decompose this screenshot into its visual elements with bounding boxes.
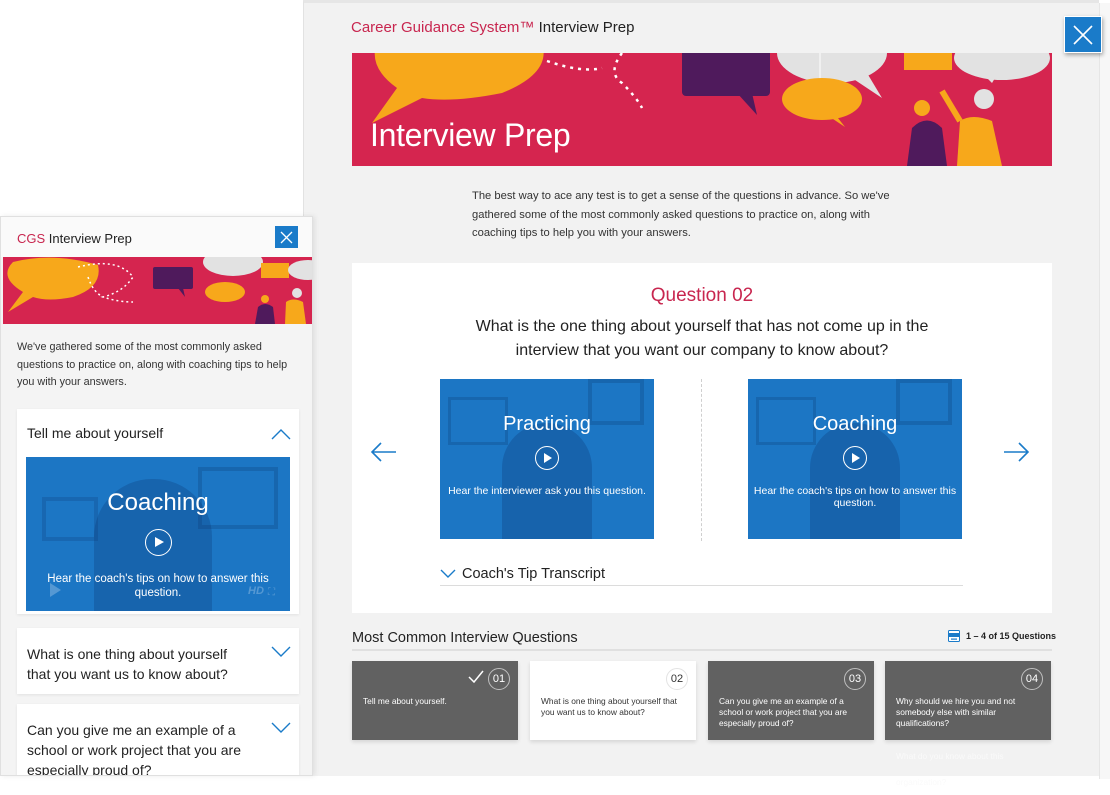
previous-question-button[interactable] <box>370 441 400 465</box>
question-tile-text: Why should we hire you and not somebody … <box>896 696 1016 728</box>
checkmark-icon <box>468 670 484 683</box>
practicing-video[interactable]: Practicing Hear the interviewer ask you … <box>440 379 654 539</box>
question-text: What is the one thing about yourself tha… <box>475 318 929 359</box>
question-number-badge: 01 <box>488 668 510 690</box>
page-title: Career Guidance System™ Interview Prep <box>351 19 634 36</box>
mobile-close-button[interactable] <box>275 226 298 248</box>
accordion-item-expanded[interactable]: Tell me about yourself Coaching Hear the… <box>17 409 299 614</box>
close-icon <box>280 231 293 243</box>
accordion-item[interactable]: What is one thing about yourself that yo… <box>17 628 299 694</box>
video-title: Coaching <box>107 489 209 516</box>
video-backdrop-person <box>502 423 592 539</box>
title-text: Interview Prep <box>538 19 635 36</box>
question-tile[interactable]: 03 Can you give me an example of a schoo… <box>708 661 874 740</box>
question-tile-text: Tell me about yourself. <box>363 696 447 706</box>
question-number: Question 02 <box>650 285 754 306</box>
section-divider <box>352 649 1052 651</box>
close-icon <box>1073 24 1093 45</box>
question-number-badge: 02 <box>666 668 688 690</box>
video-subtitle: Hear the interviewer ask you this questi… <box>448 485 646 497</box>
desktop-panel: Career Guidance System™ Interview Prep I… <box>303 0 1110 787</box>
play-icon[interactable] <box>145 529 172 556</box>
video-title: Coaching <box>812 413 898 435</box>
mobile-title: CGS Interview Prep <box>17 231 132 246</box>
play-icon[interactable] <box>843 446 867 470</box>
question-tile[interactable]: 01 Tell me about yourself. <box>352 661 518 740</box>
question-tiles: 01 Tell me about yourself. 02 What is on… <box>352 661 1054 787</box>
chevron-down-icon <box>440 569 456 578</box>
hero-illustration <box>7 257 312 324</box>
chevron-down-icon[interactable] <box>271 646 291 657</box>
video-backdrop-person <box>810 423 900 539</box>
play-icon[interactable] <box>535 446 559 470</box>
question-tile[interactable]: 04 Why should we hire you and not somebo… <box>885 661 1051 740</box>
hero-banner: Interview Prep <box>352 53 1052 166</box>
count-label: 1 – 4 of 15 Questions <box>966 631 1057 641</box>
coaching-video[interactable]: Coaching Hear the coach's tips on how to… <box>748 379 962 539</box>
pdf-icon[interactable] <box>948 630 960 642</box>
scrollbar[interactable] <box>1099 3 1110 779</box>
arrow-left-icon <box>370 442 396 462</box>
mobile-intro-text: We've gathered some of the most commonly… <box>17 341 288 388</box>
video-subtitle: Hear the coach's tips on how to answer t… <box>753 485 957 509</box>
video-title: Practicing <box>503 413 591 435</box>
mobile-coaching-video[interactable]: Coaching Hear the coach's tips on how to… <box>26 457 290 611</box>
question-number-badge: 04 <box>1021 668 1043 690</box>
question-count: 1 – 4 of 15 Questions <box>948 630 1056 642</box>
section-title: Most Common Interview Questions <box>352 630 578 646</box>
mobile-panel: CGS Interview Prep We've gathered some o <box>0 216 313 776</box>
arrow-right-icon <box>1004 442 1030 462</box>
question-tile-text: What is one thing about yourself that yo… <box>541 696 677 717</box>
transcript-label: Coach's Tip Transcript <box>462 566 605 582</box>
question-tile-text: Can you give me an example of a school o… <box>719 696 848 728</box>
intro-text: The best way to ace any test is to get a… <box>472 190 890 239</box>
question-tile-active[interactable]: 02 What is one thing about yourself that… <box>530 661 696 740</box>
brand-name: Career Guidance System™ <box>351 19 535 36</box>
brand-abbreviation: CGS <box>17 231 46 246</box>
mobile-header: CGS Interview Prep <box>1 217 312 257</box>
hd-toggle[interactable]: HD <box>248 585 264 597</box>
fullscreen-icon[interactable]: ⛶ <box>268 587 275 598</box>
title-text: Interview Prep <box>48 231 132 246</box>
question-card: Question 02 What is the one thing about … <box>352 263 1052 613</box>
close-button[interactable] <box>1064 16 1102 53</box>
question-number-badge: 03 <box>844 668 866 690</box>
coach-tip-transcript-toggle[interactable]: Coach's Tip Transcript <box>440 566 963 586</box>
accordion-item[interactable]: Can you give me an example of a school o… <box>17 704 299 775</box>
accordion-question[interactable]: What is one thing about yourself that yo… <box>27 644 247 684</box>
overflow-question-text: What do you know about this organization… <box>896 751 1004 787</box>
mobile-hero-banner <box>3 257 312 324</box>
next-question-button[interactable] <box>1002 441 1032 465</box>
chevron-up-icon[interactable] <box>271 429 291 440</box>
accordion-question[interactable]: Tell me about yourself <box>27 423 247 443</box>
accordion-question[interactable]: Can you give me an example of a school o… <box>27 720 247 775</box>
chevron-down-icon[interactable] <box>271 722 291 733</box>
divider <box>701 379 702 541</box>
hero-title: Interview Prep <box>370 117 571 153</box>
